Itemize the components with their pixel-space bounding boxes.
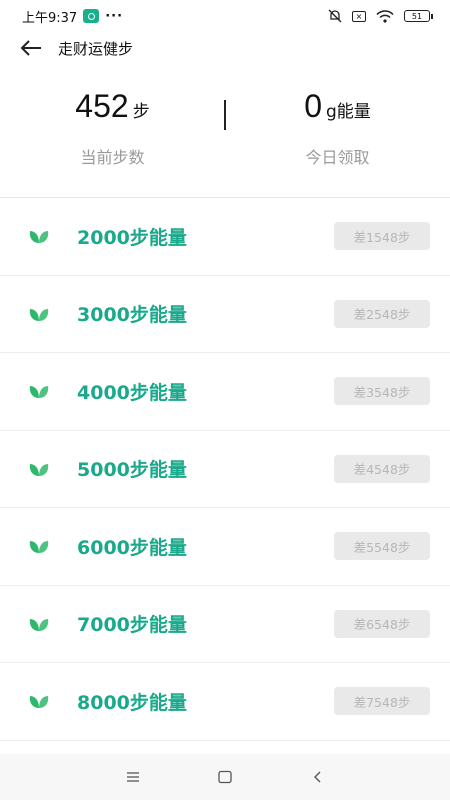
energy-unit: g能量 xyxy=(326,102,371,122)
steps-remaining-button[interactable]: 差1548步 xyxy=(334,222,430,251)
square-home-icon xyxy=(218,770,232,784)
list-item: 2000步能量 差1548步 xyxy=(0,198,450,276)
energy-list: 2000步能量 差1548步 3000步能量 差2548步 4000步能量 差3… xyxy=(0,198,450,741)
list-item: 3000步能量 差2548步 xyxy=(0,276,450,353)
steps-label: 当前步数 xyxy=(80,148,145,167)
status-time: 上午9:37 xyxy=(22,10,78,26)
leaf-icon xyxy=(29,463,49,476)
steps-remaining-button[interactable]: 差2548步 xyxy=(334,299,430,328)
energy-label: 今日领取 xyxy=(305,148,370,167)
battery-icon: 51 xyxy=(404,10,433,22)
steps-remaining-button[interactable]: 差5548步 xyxy=(334,532,430,561)
battery-level: 51 xyxy=(411,11,423,21)
more-notifications-icon: ··· xyxy=(105,8,124,24)
bell-off-icon xyxy=(328,9,342,23)
steps-value-group: 452 步 xyxy=(75,88,149,132)
nav-home-button[interactable] xyxy=(213,766,237,788)
status-left: 上午9:37 ··· xyxy=(22,7,123,26)
leaf-icon xyxy=(29,231,49,244)
steps-value: 452 xyxy=(75,88,129,124)
energy-tier-label: 6000步能量 xyxy=(77,536,187,559)
arrow-left-icon xyxy=(20,40,41,56)
list-item: 8000步能量 差7548步 xyxy=(0,663,450,741)
energy-tier-label: 4000步能量 xyxy=(77,381,187,404)
energy-summary: 0 g能量 今日领取 xyxy=(225,88,450,188)
energy-value: 0 xyxy=(304,88,322,124)
list-item: 4000步能量 差3548步 xyxy=(0,353,450,431)
summary-divider xyxy=(224,100,226,130)
status-right: × 51 xyxy=(328,9,433,23)
steps-remaining-button[interactable]: 差7548步 xyxy=(334,687,430,716)
energy-tier-label: 8000步能量 xyxy=(77,691,187,714)
back-button[interactable] xyxy=(18,35,44,61)
page-title: 走财运健步 xyxy=(58,39,134,58)
steps-remaining-button[interactable]: 差6548步 xyxy=(334,609,430,638)
steps-remaining-button[interactable]: 差3548步 xyxy=(334,377,430,406)
leaf-icon xyxy=(29,696,49,709)
energy-tier-label: 5000步能量 xyxy=(77,459,187,482)
status-bar: 上午9:37 ··· × 51 xyxy=(0,0,450,32)
leaf-icon xyxy=(29,618,49,631)
energy-tier-label: 7000步能量 xyxy=(77,614,187,637)
energy-tier-label: 3000步能量 xyxy=(77,304,187,327)
app-header: 走财运健步 xyxy=(0,32,450,64)
nav-menu-button[interactable] xyxy=(121,766,145,788)
menu-icon xyxy=(127,772,139,782)
energy-value-group: 0 g能量 xyxy=(304,88,371,132)
steps-remaining-button[interactable]: 差4548步 xyxy=(334,454,430,483)
list-item: 5000步能量 差4548步 xyxy=(0,431,450,508)
leaf-icon xyxy=(29,386,49,399)
shield-icon xyxy=(83,9,100,23)
energy-tier-label: 2000步能量 xyxy=(77,226,187,249)
chevron-left-icon xyxy=(314,771,321,783)
steps-summary: 452 步 当前步数 xyxy=(0,88,225,188)
system-nav-bar xyxy=(0,754,450,800)
leaf-icon xyxy=(29,308,49,321)
list-item: 7000步能量 差6548步 xyxy=(0,586,450,663)
leaf-icon xyxy=(29,541,49,554)
nav-back-button[interactable] xyxy=(306,766,330,788)
steps-unit: 步 xyxy=(132,102,150,122)
wifi-icon xyxy=(376,9,394,23)
list-item: 6000步能量 差5548步 xyxy=(0,508,450,586)
no-sim-icon: × xyxy=(352,10,366,22)
